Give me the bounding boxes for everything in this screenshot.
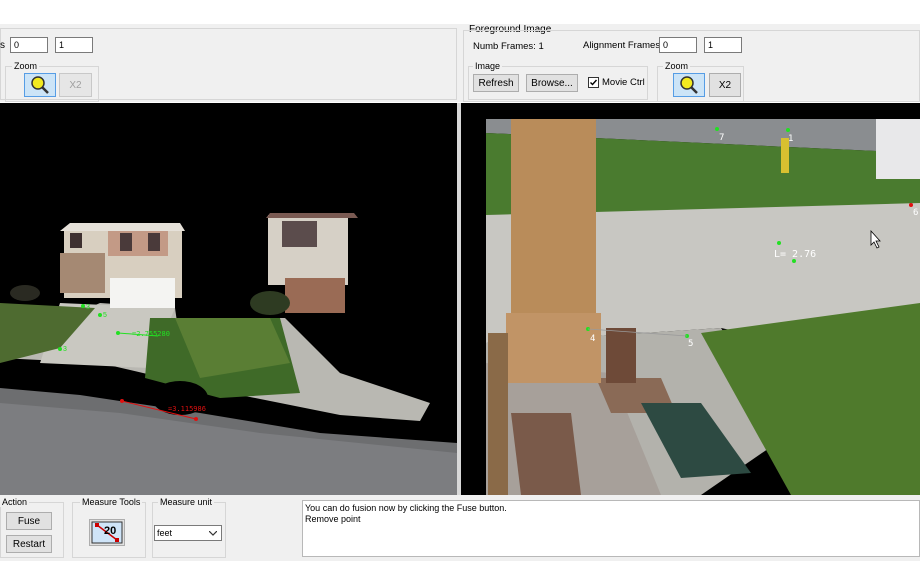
magnifier-icon — [31, 76, 49, 94]
restart-button[interactable]: Restart — [6, 535, 52, 553]
measure-tool-button[interactable]: 20 — [89, 519, 125, 546]
left-frames-label: s — [0, 40, 5, 51]
browse-button[interactable]: Browse... — [526, 74, 578, 92]
left-zoom-label: Zoom — [12, 61, 40, 71]
left-point-label: 3 — [63, 346, 67, 353]
right-point-label: 5 — [688, 339, 694, 349]
measure-unit-value: feet — [157, 528, 173, 538]
message-line: Remove point — [305, 514, 361, 524]
left-frame-end-input[interactable]: 1 — [55, 37, 93, 53]
left-zoom-button[interactable] — [24, 73, 56, 97]
alignment-end-input[interactable]: 1 — [704, 37, 742, 53]
left-point-label: 3 — [86, 304, 90, 311]
measure-unit-select[interactable]: feet — [154, 525, 222, 541]
alignment-start-input[interactable]: 0 — [659, 37, 697, 53]
left-point-label: 5 — [103, 312, 107, 319]
chevron-down-icon — [209, 531, 217, 536]
right-zoom-label: Zoom — [663, 61, 691, 71]
message-log: You can do fusion now by clicking the Fu… — [302, 500, 920, 557]
left-measure-label-red: =3.115986 — [168, 405, 206, 413]
checkmark-icon — [590, 79, 598, 86]
measure-tools-label: Measure Tools — [80, 497, 143, 507]
right-point-label: 4 — [590, 334, 596, 344]
action-label: Action — [0, 497, 30, 507]
reconstruction-scene — [0, 213, 457, 495]
magnifier-icon — [680, 76, 698, 94]
movie-ctrl-label: Movie Ctrl — [602, 77, 645, 88]
measure-tool-value: 20 — [104, 525, 117, 537]
refresh-button[interactable]: Refresh — [473, 74, 519, 92]
image-group-label: Image — [473, 61, 503, 71]
measure-unit-label: Measure unit — [158, 497, 215, 507]
alignment-frames-label: Alignment Frames — [583, 40, 661, 51]
right-point-label: 1 — [788, 134, 794, 144]
right-point-label: 7 — [719, 133, 725, 143]
right-point-label: 6 — [913, 208, 919, 218]
movie-ctrl-checkbox[interactable] — [588, 77, 599, 88]
left-zoom-x2-button[interactable]: X2 — [59, 73, 92, 97]
left-measure-label-green: =2.755280 — [132, 330, 170, 338]
left-frame-start-input[interactable]: 0 — [10, 37, 48, 53]
numb-frames-label: Numb Frames: 1 — [473, 41, 544, 52]
fuse-button[interactable]: Fuse — [6, 512, 52, 530]
background-3d-view[interactable]: =2.755280 =3.115986 3 5 3 — [0, 103, 457, 495]
foreground-image-view[interactable]: 7 1 4 5 6 L= 2.76 — [461, 103, 920, 495]
right-measurement-label: L= 2.76 — [774, 249, 817, 260]
right-zoom-x2-button[interactable]: X2 — [709, 73, 741, 97]
message-line: You can do fusion now by clicking the Fu… — [305, 503, 507, 513]
foreground-photo — [461, 103, 920, 495]
right-zoom-button[interactable] — [673, 73, 705, 97]
